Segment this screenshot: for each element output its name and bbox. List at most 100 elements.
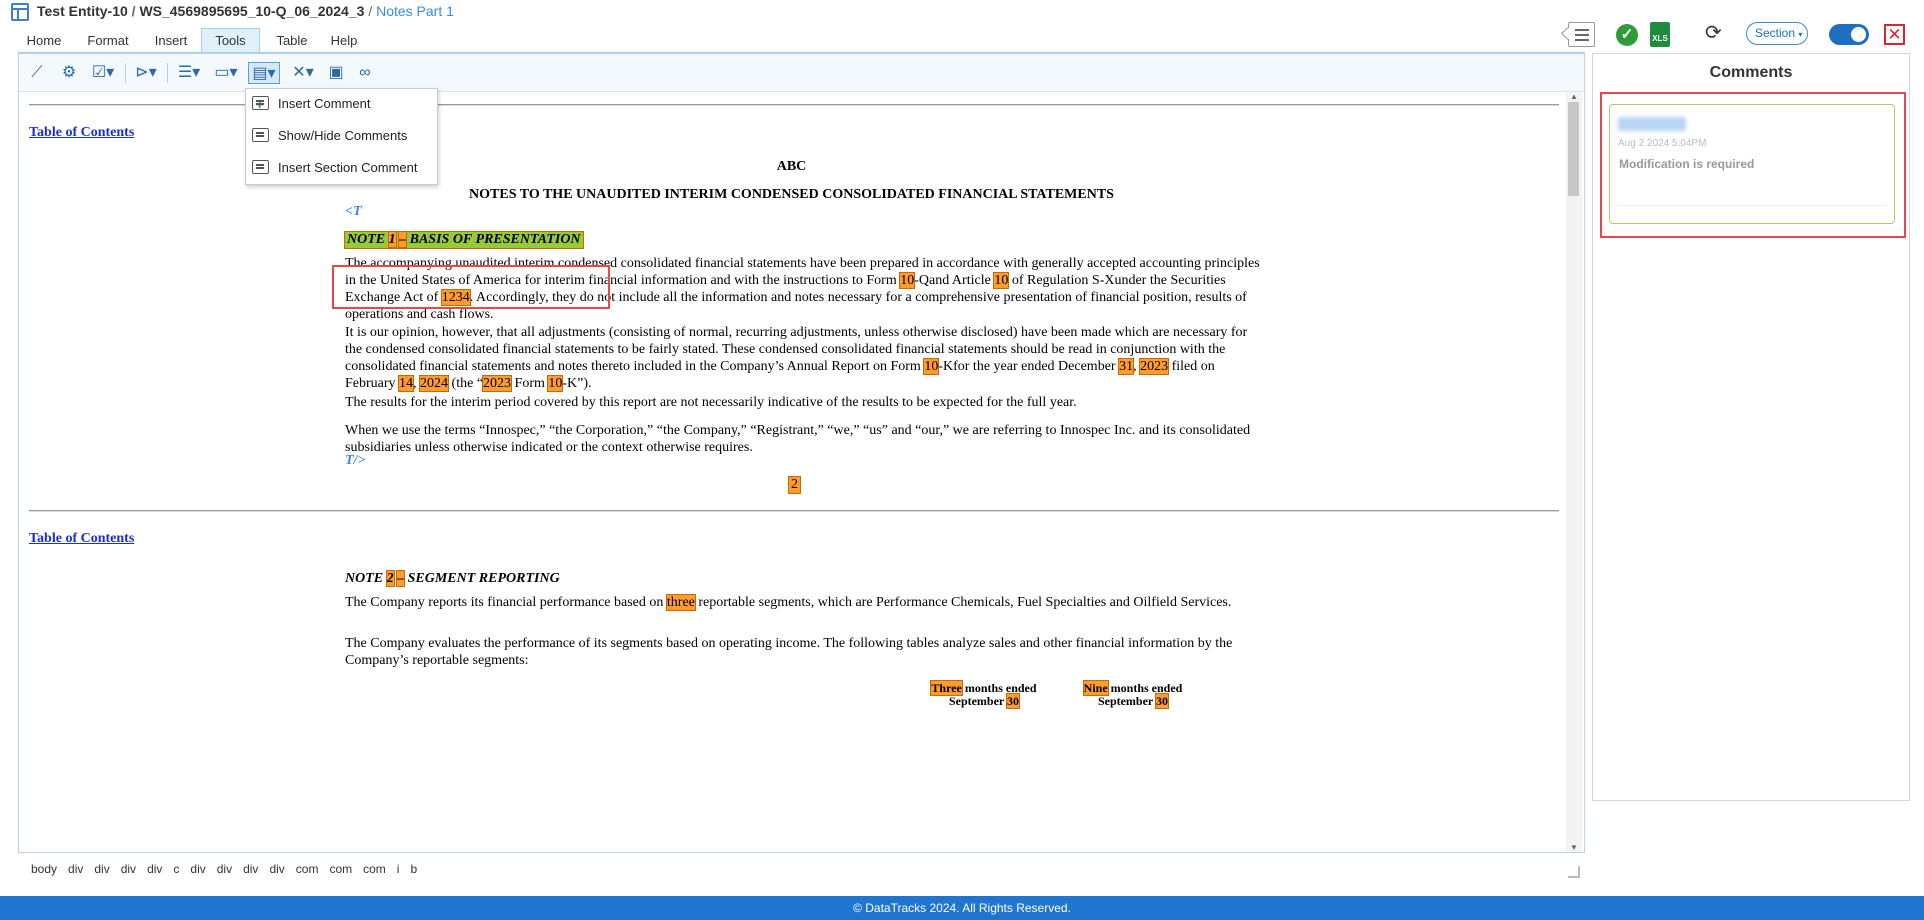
document-app-icon	[11, 3, 29, 21]
paragraph-6: The Company evaluates the performance of…	[345, 636, 1233, 668]
page-icon[interactable]: ▭▾	[212, 62, 240, 84]
refresh-icon[interactable]: ⟳	[1705, 20, 1722, 45]
settings-gear-icon[interactable]: ⚙	[59, 62, 79, 84]
scroll-up-icon[interactable]: ▲	[1570, 92, 1578, 101]
table-header-three-months: Three months ended September 30	[924, 680, 1044, 709]
table-header-nine-months: Nine months ended September 30	[1073, 680, 1193, 709]
menu-insert[interactable]: Insert	[146, 28, 196, 53]
path-segment[interactable]: div	[269, 862, 284, 876]
note-title-text: BASIS OF PRESENTATION	[406, 232, 581, 247]
breadcrumb-notes[interactable]: Notes Part 1	[376, 3, 454, 19]
tagged-value[interactable]: 10	[547, 375, 564, 392]
toolbar-separator	[167, 63, 168, 83]
tagged-value[interactable]: 10	[993, 272, 1010, 289]
toc-link[interactable]: Table of Contents	[29, 531, 134, 547]
menu-table[interactable]: Table	[269, 28, 315, 53]
section-comment-icon	[252, 160, 269, 174]
show-hide-comments-item[interactable]: Show/Hide Comments	[246, 121, 437, 151]
close-icon[interactable]: ✕	[1884, 24, 1905, 45]
list-line-icon	[1575, 29, 1589, 31]
note-number: 1	[387, 231, 397, 248]
delete-icon[interactable]: ✕▾	[289, 62, 317, 84]
list-line-icon	[1575, 39, 1589, 41]
path-segment[interactable]: com	[329, 862, 352, 876]
paragraph-4: When we use the terms “Innospec,” “the C…	[345, 423, 1251, 455]
menu-help[interactable]: Help	[323, 28, 365, 53]
insert-section-comment-item[interactable]: Insert Section Comment	[246, 153, 437, 183]
text-run: months ended	[961, 681, 1037, 695]
editor-toolbar: ⟋ ⚙ ☑▾ ⊳▾ ☰▾ ▭▾ ▤▾ ✕▾ ▣ ∞	[19, 54, 1584, 92]
section-dropdown[interactable]: Section ▾	[1746, 22, 1808, 45]
scroll-down-icon[interactable]: ▼	[1570, 843, 1578, 852]
clipboard-icon[interactable]: ▣	[326, 62, 346, 84]
text-run: months ended	[1107, 681, 1183, 695]
tagged-value[interactable]: three	[665, 594, 696, 611]
document-content[interactable]: Table of Contents ABC NOTES TO THE UNAUD…	[19, 92, 1564, 852]
resize-handle-icon[interactable]	[1568, 866, 1580, 878]
tagged-value[interactable]: Three	[930, 680, 963, 696]
path-segment[interactable]: div	[217, 862, 232, 876]
chevron-down-icon: ▾	[1798, 30, 1803, 39]
scroll-thumb[interactable]	[1568, 102, 1579, 196]
notes-heading: NOTES TO THE UNAUDITED INTERIM CONDENSED…	[469, 187, 1114, 202]
tagged-value[interactable]: 31	[1118, 358, 1135, 375]
footer: © DataTracks 2024. All Rights Reserved.	[0, 896, 1924, 920]
path-segment[interactable]: com	[363, 862, 386, 876]
tagged-value[interactable]: 30	[1006, 693, 1021, 709]
insert-comment-item[interactable]: + Insert Comment	[246, 89, 437, 119]
note-prefix: NOTE	[345, 571, 387, 586]
text-run: Form	[511, 376, 549, 391]
tagged-value[interactable]: 2023	[482, 375, 513, 392]
tagged-value[interactable]: 14	[398, 375, 415, 392]
tagged-value[interactable]: 10	[923, 358, 940, 375]
note-2-title: NOTE 2 – SEGMENT REPORTING	[345, 570, 560, 587]
list-line-icon	[1575, 34, 1589, 36]
note-number: 2	[385, 570, 395, 587]
toc-link[interactable]: Table of Contents	[29, 125, 134, 141]
list-format-icon[interactable]: ☰▾	[175, 62, 203, 84]
link-tool-icon[interactable]: ⟋	[27, 62, 47, 84]
menu-tools[interactable]: Tools	[201, 28, 260, 53]
tagged-value[interactable]: 30	[1155, 693, 1170, 709]
list-panel-button[interactable]	[1568, 22, 1595, 47]
comments-title: Comments	[1709, 64, 1793, 81]
path-segment[interactable]: b	[410, 862, 417, 876]
breadcrumb-workspace[interactable]: WS_4569895695_10-Q_06_2024_3	[139, 3, 364, 19]
section-label: Section	[1755, 26, 1796, 40]
menu-format[interactable]: Format	[80, 28, 136, 53]
show-hide-comments-icon	[252, 128, 269, 142]
validate-check-icon[interactable]: ☑▾	[89, 62, 117, 84]
verified-check-icon[interactable]: ✓	[1616, 24, 1638, 46]
view-toggle-switch[interactable]	[1829, 24, 1869, 45]
insert-section-comment-label: Insert Section Comment	[278, 160, 418, 175]
path-segment[interactable]: div	[68, 862, 83, 876]
path-segment[interactable]: div	[121, 862, 136, 876]
text-run: -K”).	[562, 376, 592, 391]
vertical-scrollbar[interactable]: ▲ ▼	[1566, 92, 1582, 852]
comment-tool-icon[interactable]: ▤▾	[248, 62, 280, 84]
text-run: reportable segments, which are Performan…	[694, 595, 1232, 610]
paragraph-3: The results for the interim period cover…	[345, 395, 1077, 410]
text-run: ,	[413, 376, 421, 391]
toolbar-separator	[125, 63, 126, 83]
path-segment[interactable]: div	[243, 862, 258, 876]
path-segment[interactable]: body	[31, 862, 57, 876]
path-segment[interactable]: i	[397, 862, 400, 876]
path-segment[interactable]: com	[296, 862, 319, 876]
path-segment[interactable]: div	[94, 862, 109, 876]
tagged-value[interactable]: 2023	[1139, 358, 1170, 375]
tag-icon[interactable]: ⊳▾	[132, 62, 160, 84]
chain-link-icon[interactable]: ∞	[355, 62, 375, 84]
plus-icon: +	[256, 97, 264, 112]
path-segment[interactable]: c	[173, 862, 179, 876]
excel-export-icon[interactable]: XLS	[1650, 22, 1670, 47]
tagged-value[interactable]: Nine	[1082, 680, 1109, 696]
path-segment[interactable]: div	[190, 862, 205, 876]
page-number[interactable]: 2	[788, 476, 801, 494]
title-bar: Test Entity-10 / WS_4569895695_10-Q_06_2…	[0, 0, 1924, 26]
path-segment[interactable]: div	[147, 862, 162, 876]
breadcrumb-separator: /	[368, 3, 373, 19]
menu-home[interactable]: Home	[18, 28, 70, 53]
tagged-value[interactable]: 10	[899, 272, 916, 289]
tagged-value[interactable]: 2024	[419, 375, 450, 392]
